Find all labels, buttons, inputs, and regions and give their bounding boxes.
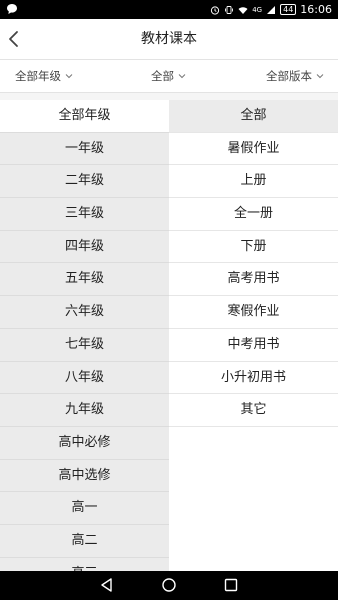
category-item[interactable]: 下册 xyxy=(169,231,338,264)
category-item[interactable]: 小升初用书 xyxy=(169,362,338,395)
version-filter[interactable]: 全部版本 xyxy=(266,60,324,92)
grade-item[interactable]: 七年级 xyxy=(0,329,169,362)
category-item[interactable]: 寒假作业 xyxy=(169,296,338,329)
grade-item[interactable]: 九年级 xyxy=(0,394,169,427)
grade-item[interactable]: 高二 xyxy=(0,525,169,558)
chevron-down-icon xyxy=(65,74,73,79)
category-item[interactable]: 上册 xyxy=(169,165,338,199)
grade-item[interactable]: 高一 xyxy=(0,492,169,525)
status-time: 16:06 xyxy=(300,3,332,16)
category-item[interactable]: 全一册 xyxy=(169,198,338,231)
grade-item[interactable]: 高中选修 xyxy=(0,460,169,493)
grade-item[interactable]: 二年级 xyxy=(0,165,169,199)
picker-panel: 全部年级 一年级 二年级 三年级 四年级 五年级 六年级 七年级 八年级 九年级… xyxy=(0,100,338,571)
grade-list: 全部年级 一年级 二年级 三年级 四年级 五年级 六年级 七年级 八年级 九年级… xyxy=(0,100,169,571)
category-item[interactable]: 全部 xyxy=(169,100,338,133)
battery-level: 44 xyxy=(280,4,297,15)
grade-filter-label: 全部年级 xyxy=(15,69,61,83)
nav-back-icon[interactable] xyxy=(98,576,116,594)
nav-recent-icon[interactable] xyxy=(222,576,240,594)
grade-filter[interactable]: 全部年级 xyxy=(15,60,73,92)
category-filter-label: 全部 xyxy=(151,69,174,83)
system-nav-bar xyxy=(0,571,338,600)
grade-item[interactable]: 四年级 xyxy=(0,231,169,264)
category-item[interactable]: 高考用书 xyxy=(169,263,338,297)
grade-item[interactable]: 六年级 xyxy=(0,296,169,329)
network-type: 4G xyxy=(252,5,263,14)
status-bar: 4G 44 16:06 xyxy=(0,0,338,19)
grade-item[interactable]: 三年级 xyxy=(0,198,169,231)
app-header: 教材课本 xyxy=(0,19,338,59)
grade-item[interactable]: 五年级 xyxy=(0,263,169,297)
category-filter[interactable]: 全部 xyxy=(151,60,186,92)
nav-home-icon[interactable] xyxy=(160,576,178,594)
grade-item[interactable]: 高中必修 xyxy=(0,427,169,460)
grade-item[interactable]: 八年级 xyxy=(0,362,169,395)
grade-item[interactable]: 一年级 xyxy=(0,133,169,166)
category-item[interactable]: 暑假作业 xyxy=(169,133,338,166)
version-filter-label: 全部版本 xyxy=(266,69,312,83)
alarm-icon xyxy=(211,5,220,15)
chevron-down-icon xyxy=(178,74,186,79)
category-item[interactable]: 其它 xyxy=(169,394,338,427)
grade-item[interactable]: 高三 xyxy=(0,558,169,571)
section-divider xyxy=(0,93,338,100)
message-icon xyxy=(7,4,17,14)
signal-icon xyxy=(267,5,276,14)
grade-item[interactable]: 全部年级 xyxy=(0,100,169,133)
page-title: 教材课本 xyxy=(141,31,197,47)
category-item[interactable]: 中考用书 xyxy=(169,329,338,362)
wifi-icon xyxy=(238,6,248,14)
vibrate-icon xyxy=(225,5,234,14)
chevron-down-icon xyxy=(316,74,324,79)
filter-bar: 全部年级 全部 全部版本 xyxy=(0,59,338,93)
category-list: 全部 暑假作业 上册 全一册 下册 高考用书 寒假作业 中考用书 小升初用书 其… xyxy=(169,100,338,571)
status-icons: 4G 44 16:06 xyxy=(210,2,332,17)
